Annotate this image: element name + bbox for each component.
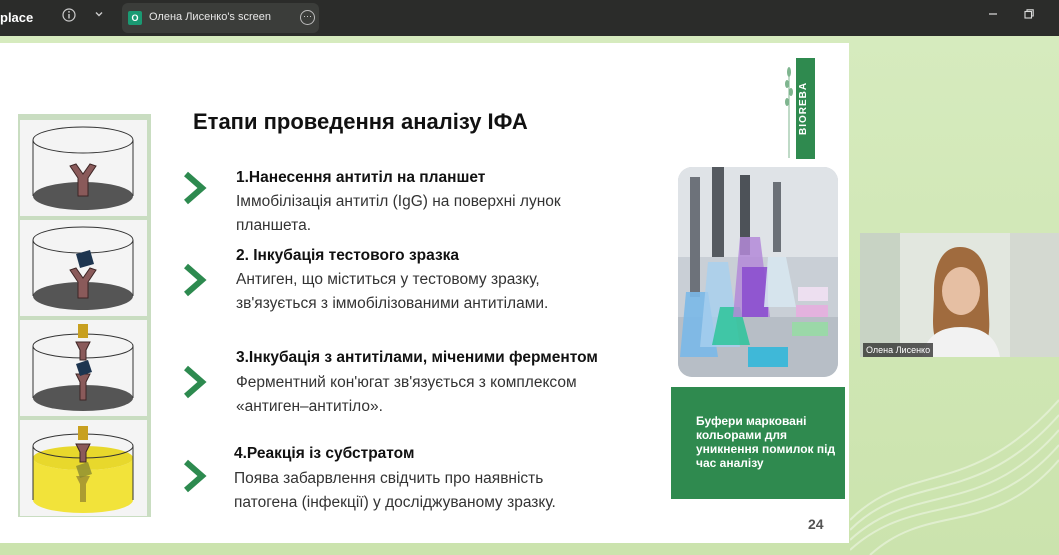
background-swirl <box>850 399 1059 555</box>
chevron-right-icon <box>184 263 207 297</box>
slide-page-number: 24 <box>808 516 824 532</box>
presenter-avatar: O <box>128 11 142 25</box>
chevron-right-icon <box>184 365 207 399</box>
step-3-desc-line-2: «антиген–антитіло». <box>236 398 383 415</box>
bioreba-logo: BIOREBA <box>798 81 809 135</box>
slide-title: Етапи проведення аналізу ІФА <box>193 109 528 134</box>
step-1-title: 1.Нанесення антитіл на планшет <box>236 169 486 186</box>
step-2-desc-line-1: Антиген, що міститься у тестовому зразку… <box>236 271 540 288</box>
well-illustration-4 <box>20 420 147 516</box>
shared-screen-title: Олена Лисенко's screen <box>149 11 271 23</box>
well-illustration-1 <box>20 120 147 216</box>
presentation-slide: Етапи проведення аналізу ІФА 1.Нанесення… <box>0 43 849 543</box>
info-icon[interactable] <box>61 8 77 24</box>
step-4-desc-line-2: патогена (інфекції) у досліджуваному зра… <box>234 494 556 511</box>
minimize-icon[interactable] <box>985 8 1001 24</box>
chevron-right-icon <box>184 171 207 205</box>
participant-video-frame <box>860 233 1059 357</box>
well-illustration-3 <box>20 320 147 416</box>
participant-video[interactable] <box>860 233 1059 357</box>
step-1-desc-line-1: Іммобілізація антитіл (IgG) на поверхні … <box>236 193 561 210</box>
step-4-title: 4.Реакція із субстратом <box>234 445 415 462</box>
elisa-illustrations <box>18 114 151 517</box>
restore-icon[interactable] <box>1021 8 1037 24</box>
app-name: place <box>0 10 34 25</box>
meeting-toolbar: place O Олена Лисенко's screen ··· <box>0 0 1059 36</box>
step-4-desc-line-1: Поява забарвлення свідчить про наявність <box>234 470 544 487</box>
step-1-desc-line-2: планшета. <box>236 217 312 234</box>
info-callout-text: Буфери марковані кольорами для уникнення… <box>696 414 836 470</box>
more-options-icon[interactable]: ··· <box>300 10 315 25</box>
step-2-title: 2. Інкубація тестового зразка <box>236 247 460 264</box>
shared-screen-tab[interactable]: O Олена Лисенко's screen ··· <box>122 3 319 33</box>
step-3-desc-line-1: Ферментний кон'югат зв'язується з компле… <box>236 374 577 391</box>
well-illustration-2 <box>20 220 147 316</box>
laboratory-photo <box>678 167 838 377</box>
chevron-right-icon <box>184 459 207 493</box>
participant-name-label: Олена Лисенко <box>863 343 934 357</box>
step-3-title: 3.Інкубація з антитілами, міченими ферме… <box>236 349 598 366</box>
wheat-sprig-icon <box>785 67 793 158</box>
chevron-down-icon[interactable] <box>91 8 107 24</box>
info-callout: Буфери марковані кольорами для уникнення… <box>671 387 845 499</box>
step-2-desc-line-2: зв'язується з іммобілізованими антитілам… <box>236 295 549 312</box>
